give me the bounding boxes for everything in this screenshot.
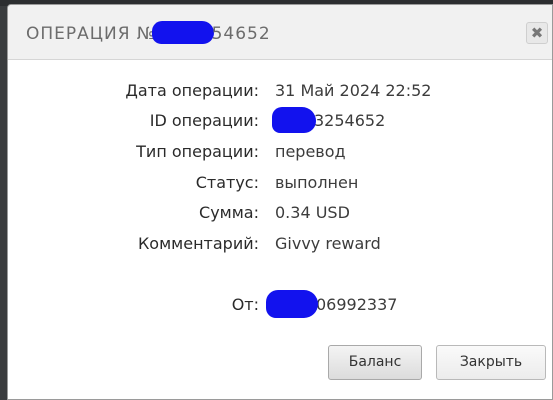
dialog-title-prefix: ОПЕРАЦИЯ №	[26, 24, 156, 44]
dialog-title-suffix: 54652	[211, 24, 271, 44]
detail-row-status: Статус: выполнен	[8, 173, 552, 197]
balance-button[interactable]: Баланс	[328, 345, 422, 380]
status-value: выполнен	[275, 173, 359, 192]
comment-label: Комментарий:	[137, 234, 259, 253]
redaction-mark	[151, 21, 214, 44]
amount-label: Сумма:	[199, 203, 259, 222]
detail-row-id: ID операции: 3254652	[8, 107, 552, 135]
close-button[interactable]: Закрыть	[436, 345, 546, 380]
redaction-mark	[266, 290, 318, 318]
detail-row-type: Тип операции: перевод	[8, 142, 552, 166]
status-label: Статус:	[195, 173, 259, 192]
redaction-mark	[272, 107, 316, 133]
close-icon[interactable]: ✖	[526, 22, 548, 44]
dialog-title: ОПЕРАЦИЯ № 54652	[26, 21, 271, 44]
detail-row-amount: Сумма: 0.34 USD	[8, 203, 552, 227]
dialog-titlebar: ОПЕРАЦИЯ № 54652 ✖	[8, 5, 552, 60]
detail-row-from: От: 06992337	[8, 290, 552, 319]
id-label: ID операции:	[149, 111, 259, 130]
comment-value: Givvy reward	[275, 234, 381, 253]
type-value: перевод	[275, 142, 346, 161]
date-value: 31 Май 2024 22:52	[275, 81, 432, 100]
from-value: 06992337	[316, 295, 398, 314]
date-label: Дата операции:	[125, 81, 259, 100]
amount-value: 0.34 USD	[275, 203, 350, 222]
type-label: Тип операции:	[136, 142, 259, 161]
dialog-body: Дата операции: 31 Май 2024 22:52 ID опер…	[8, 61, 552, 399]
operation-dialog: ОПЕРАЦИЯ № 54652 ✖ Дата операции: 31 Май …	[7, 4, 553, 400]
detail-row-date: Дата операции: 31 Май 2024 22:52	[8, 81, 552, 105]
from-label: От:	[231, 295, 259, 314]
id-value: 3254652	[314, 111, 386, 130]
detail-row-comment: Комментарий: Givvy reward	[8, 234, 552, 258]
